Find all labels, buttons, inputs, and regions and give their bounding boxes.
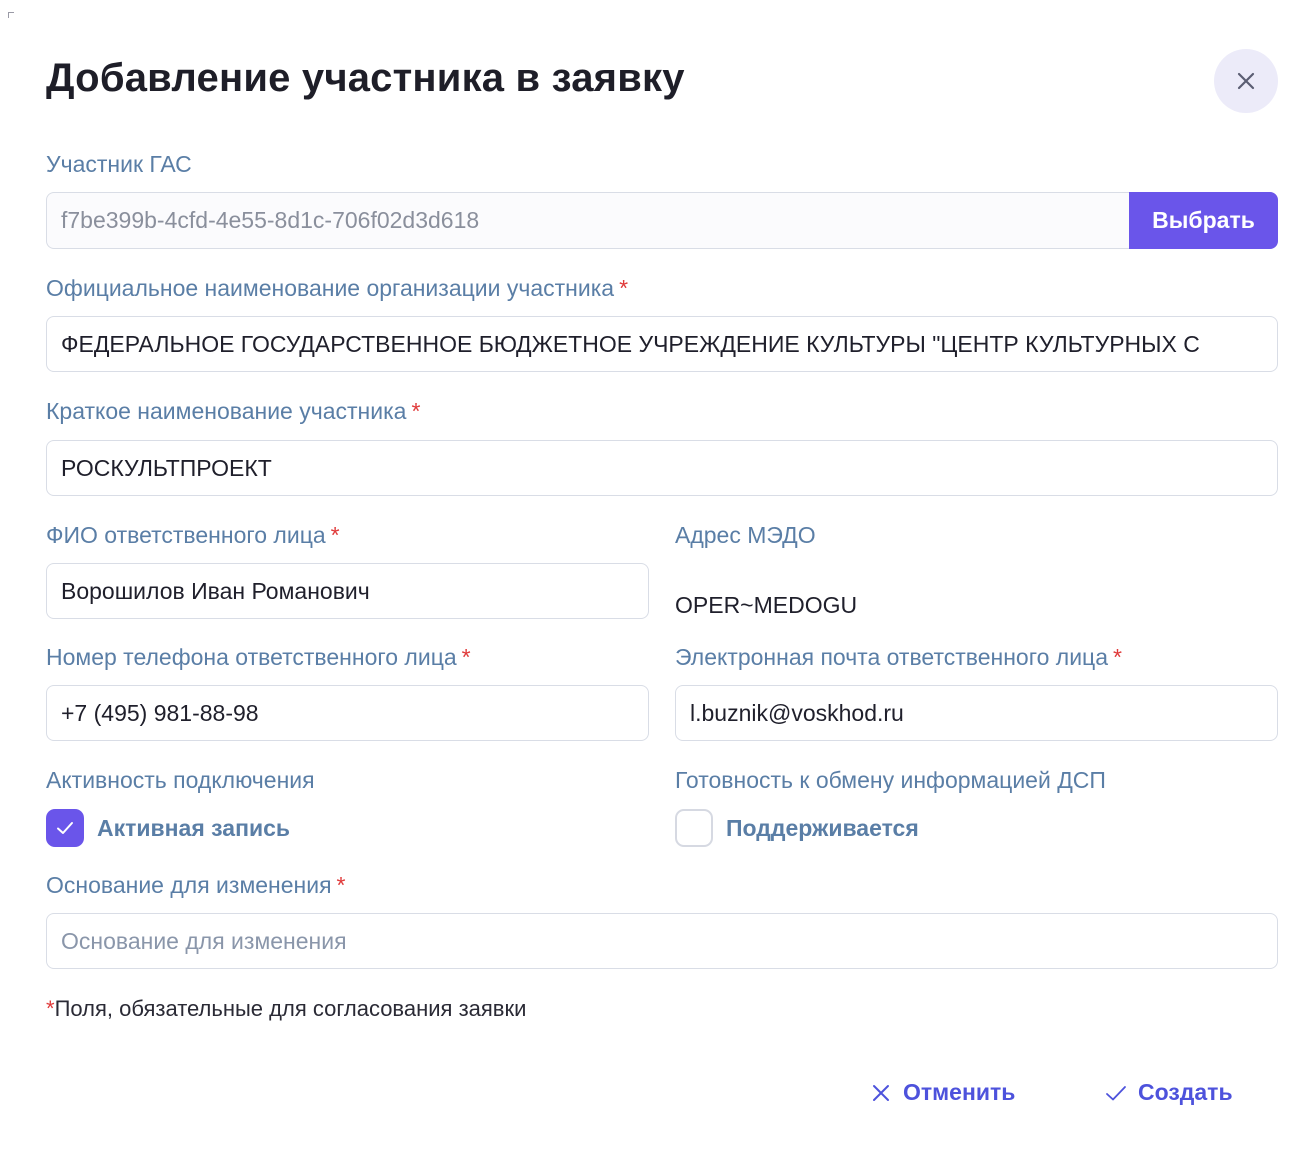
required-mark: * (411, 398, 421, 424)
short-name-label: Краткое наименование участника * (46, 398, 421, 424)
email-field[interactable]: l.buznik@voskhod.ru (675, 685, 1278, 741)
supported-label[interactable]: Поддерживается (726, 815, 919, 842)
required-mark: * (1113, 644, 1122, 670)
cancel-button[interactable]: Отменить (869, 1079, 1015, 1106)
corner-mark (8, 12, 14, 18)
official-name-label: Официальное наименование организации уча… (46, 275, 629, 301)
choose-button[interactable]: Выбрать (1129, 192, 1278, 249)
close-button[interactable] (1214, 49, 1278, 113)
gas-participant-label: Участник ГАС (46, 151, 192, 177)
official-name-field[interactable]: ФЕДЕРАЛЬНОЕ ГОСУДАРСТВЕННОЕ БЮДЖЕТНОЕ УЧ… (46, 316, 1278, 372)
responsible-person-field[interactable]: Ворошилов Иван Романович (46, 563, 649, 619)
required-mark: * (330, 522, 340, 548)
gas-participant-field[interactable]: f7be399b-4cfd-4e55-8d1c-706f02d3d618 (46, 192, 1130, 249)
short-name-field[interactable]: РОСКУЛЬТПРОЕКТ (46, 440, 1278, 496)
close-icon (1237, 72, 1255, 90)
dsp-readiness-label: Готовность к обмену информацией ДСП (675, 767, 1106, 793)
required-mark: * (336, 872, 346, 898)
supported-checkbox[interactable] (675, 809, 713, 847)
connection-activity-label: Активность подключения (46, 767, 315, 793)
create-button[interactable]: Создать (1104, 1079, 1233, 1106)
checkmark-icon (57, 822, 73, 834)
email-label: Электронная почта ответственного лица * (675, 644, 1122, 670)
responsible-person-label: ФИО ответственного лица * (46, 522, 340, 548)
required-mark: * (46, 996, 55, 1021)
checkmark-icon (1106, 1085, 1126, 1100)
medo-address-label: Адрес МЭДО (675, 522, 816, 548)
change-reason-label: Основание для изменения * (46, 872, 346, 898)
required-fields-note: *Поля, обязательные для согласования зая… (46, 996, 527, 1021)
active-record-checkbox[interactable] (46, 809, 84, 847)
medo-address-value: OPER~MEDOGU (675, 592, 858, 618)
phone-label: Номер телефона ответственного лица * (46, 644, 471, 670)
change-reason-field[interactable]: Основание для изменения (46, 913, 1278, 969)
required-mark: * (461, 644, 471, 670)
dialog-title: Добавление участника в заявку (46, 56, 685, 100)
phone-field[interactable]: +7 (495) 981-88-98 (46, 685, 649, 741)
active-record-label[interactable]: Активная запись (97, 815, 290, 842)
required-mark: * (619, 275, 629, 301)
close-icon (873, 1084, 889, 1101)
